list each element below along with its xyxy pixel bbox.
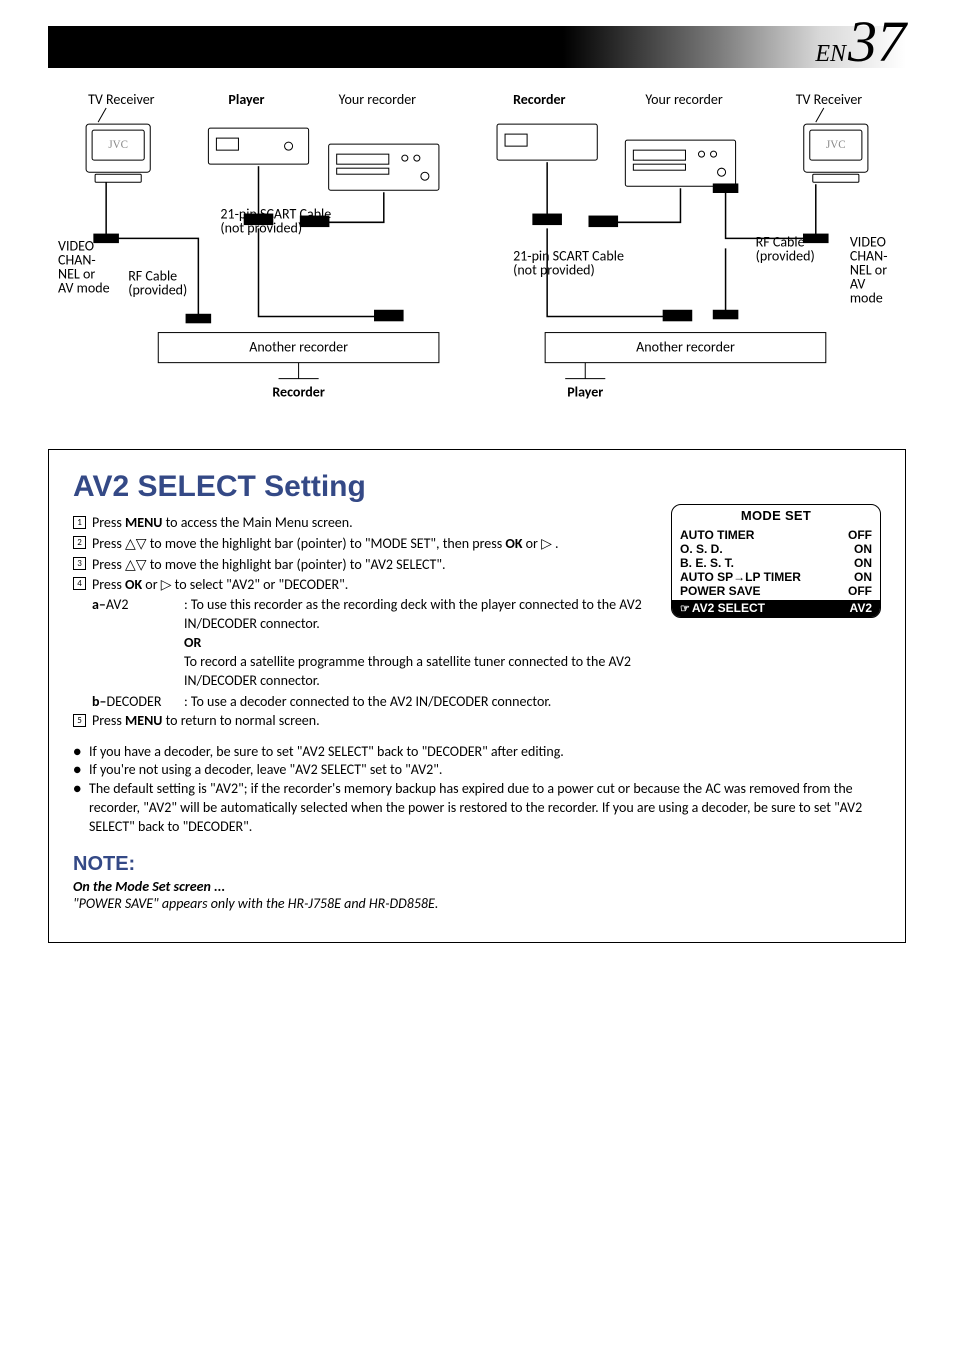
page-lang: EN bbox=[815, 41, 846, 68]
svg-text:JVC: JVC bbox=[826, 139, 846, 151]
osd-row: AUTO TIMEROFF bbox=[680, 528, 872, 542]
pointer-icon: ☞ bbox=[680, 603, 690, 615]
step-number-icon: 5 bbox=[73, 714, 86, 727]
label-rf-r: RF Cable (provided) bbox=[756, 233, 815, 264]
label-rf: RF Cable (provided) bbox=[128, 267, 187, 298]
label-video-mode: VIDEO CHAN- NEL or AV mode bbox=[58, 237, 110, 296]
bullet-item: ●The default setting is "AV2"; if the re… bbox=[73, 780, 881, 837]
notes-bullets: ●If you have a decoder, be sure to set "… bbox=[73, 743, 881, 837]
osd-selected-row: ☞AV2 SELECT AV2 bbox=[672, 600, 880, 617]
bullet-item: ●If you have a decoder, be sure to set "… bbox=[73, 743, 881, 762]
step-4: 4 Press OK or ▷ to select "AV2" or "DECO… bbox=[73, 575, 643, 595]
osd-row: POWER SAVEOFF bbox=[680, 584, 872, 598]
step-2: 2 Press △▽ to move the highlight bar (po… bbox=[73, 534, 643, 554]
step-1: 1 Press MENU to access the Main Menu scr… bbox=[73, 514, 643, 533]
step-4b: b–DECODER : To use a decoder connected t… bbox=[92, 693, 643, 712]
svg-text:JVC: JVC bbox=[108, 139, 128, 151]
step-4a: a–AV2 : To use this recorder as the reco… bbox=[92, 596, 643, 690]
label-tv-receiver: TV Receiver bbox=[88, 91, 155, 108]
label-recorder-b-r: Recorder bbox=[513, 91, 565, 108]
label-recorder-b: Recorder bbox=[272, 384, 324, 401]
label-video-mode-r: VIDEO CHAN- NEL or AV mode bbox=[850, 233, 891, 306]
label-scart: 21-pin SCART Cable (not provided) bbox=[220, 205, 334, 236]
label-tv-receiver-r: TV Receiver bbox=[796, 91, 863, 108]
page-num-value: 37 bbox=[848, 8, 906, 75]
diagram-right-svg: Recorder Your recorder TV Receiver bbox=[485, 88, 906, 409]
step-number-icon: 2 bbox=[73, 536, 86, 549]
diagram-player-setup: TV Receiver Player Your recorder JVC bbox=[48, 88, 469, 409]
osd-row: B. E. S. T.ON bbox=[680, 556, 872, 570]
osd-row: AUTO SP→LP TIMERON bbox=[680, 570, 872, 584]
label-player-b-r: Player bbox=[567, 384, 603, 401]
step-number-icon: 3 bbox=[73, 557, 86, 570]
label-player-b: Player bbox=[228, 91, 264, 108]
osd-panel: MODE SET AUTO TIMEROFF O. S. D.ON B. E. … bbox=[671, 504, 881, 618]
section-av2-select: AV2 SELECT Setting MODE SET AUTO TIMEROF… bbox=[48, 449, 906, 943]
osd-title: MODE SET bbox=[672, 505, 880, 525]
note-body: "POWER SAVE" appears only with the HR-J7… bbox=[73, 895, 881, 912]
note-subheading: On the Mode Set screen ... bbox=[73, 878, 881, 895]
label-scart-r: 21-pin SCART Cable (not provided) bbox=[513, 247, 627, 278]
connection-diagrams: TV Receiver Player Your recorder JVC bbox=[48, 88, 906, 409]
label-your-recorder-r: Your recorder bbox=[645, 91, 722, 108]
diagram-left-svg: TV Receiver Player Your recorder JVC bbox=[48, 88, 469, 409]
note-heading: NOTE: bbox=[73, 853, 881, 876]
page-number: EN 37 bbox=[815, 8, 906, 75]
bullet-item: ●If you're not using a decoder, leave "A… bbox=[73, 761, 881, 780]
section-title: AV2 SELECT Setting bbox=[73, 470, 881, 504]
label-another-recorder-r: Another recorder bbox=[636, 339, 735, 356]
steps-list: 1 Press MENU to access the Main Menu scr… bbox=[73, 514, 643, 731]
step-number-icon: 4 bbox=[73, 577, 86, 590]
osd-body: AUTO TIMEROFF O. S. D.ON B. E. S. T.ON A… bbox=[672, 525, 880, 617]
header-bar: EN 37 bbox=[48, 26, 906, 68]
step-number-icon: 1 bbox=[73, 516, 86, 529]
step-3: 3 Press △▽ to move the highlight bar (po… bbox=[73, 555, 643, 575]
label-your-recorder: Your recorder bbox=[339, 91, 416, 108]
diagram-recorder-setup: Recorder Your recorder TV Receiver bbox=[485, 88, 906, 409]
osd-row: O. S. D.ON bbox=[680, 542, 872, 556]
label-another-recorder: Another recorder bbox=[249, 339, 348, 356]
step-5: 5 Press MENU to return to normal screen. bbox=[73, 712, 643, 731]
